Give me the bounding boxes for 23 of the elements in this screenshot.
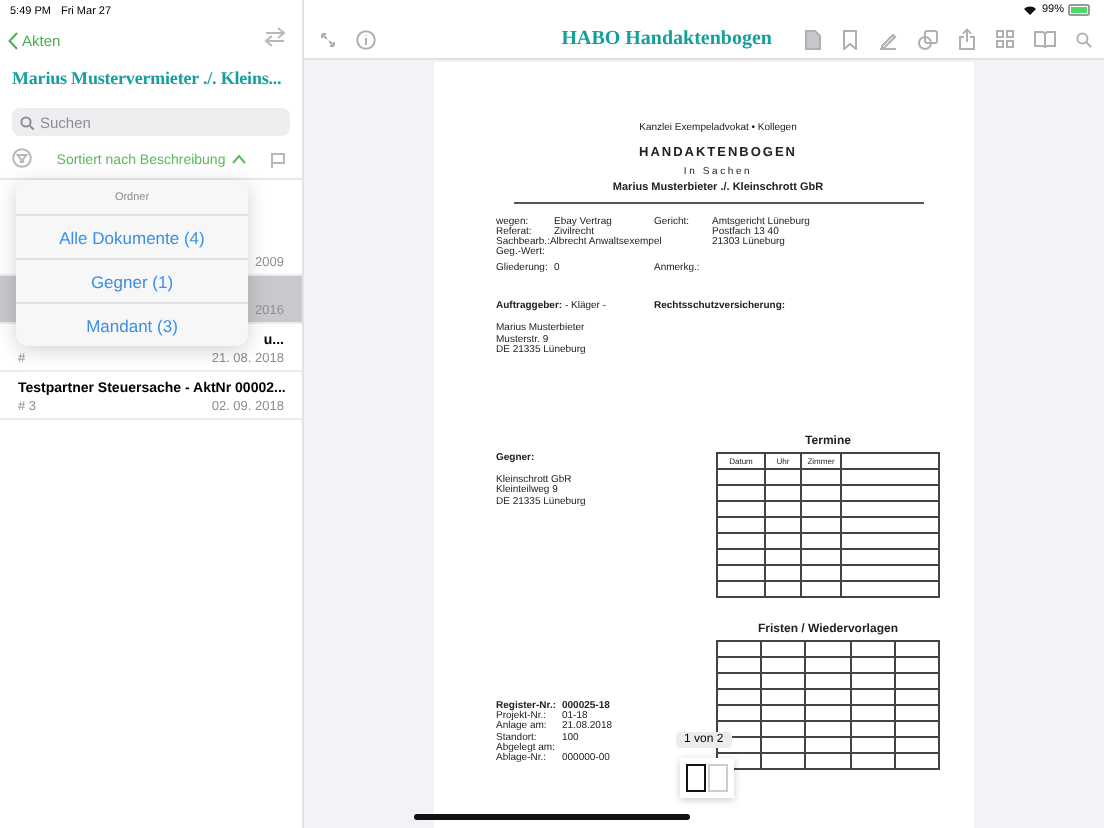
grid-icon[interactable] [996, 30, 1014, 48]
info-icon[interactable] [356, 29, 376, 49]
folder-option[interactable]: Gegner (1) [16, 260, 248, 304]
document-icon[interactable] [804, 29, 822, 49]
search-icon[interactable] [1076, 31, 1092, 47]
bookmark-icon[interactable] [842, 29, 858, 49]
folder-option[interactable]: Alle Dokumente (4) [16, 216, 248, 260]
copy-icon[interactable] [918, 29, 938, 49]
chevron-left-icon [8, 31, 18, 49]
wifi-icon [1021, 4, 1038, 16]
book-icon[interactable] [1034, 30, 1056, 48]
battery-icon [1068, 4, 1092, 16]
search-icon [20, 115, 34, 129]
pen-icon[interactable] [878, 29, 898, 49]
filter-icon[interactable] [12, 148, 32, 168]
page-thumbnail[interactable] [686, 764, 706, 792]
flag-icon[interactable] [270, 152, 286, 168]
chevron-up-icon[interactable] [231, 153, 246, 163]
case-title: Marius Mustervermieter ./. Kleins... [10, 66, 284, 92]
share-icon[interactable] [958, 28, 976, 50]
expand-icon[interactable] [320, 31, 336, 47]
swap-arrows-icon[interactable] [264, 26, 286, 48]
document-title: HABO Handaktenbogen [561, 28, 772, 50]
